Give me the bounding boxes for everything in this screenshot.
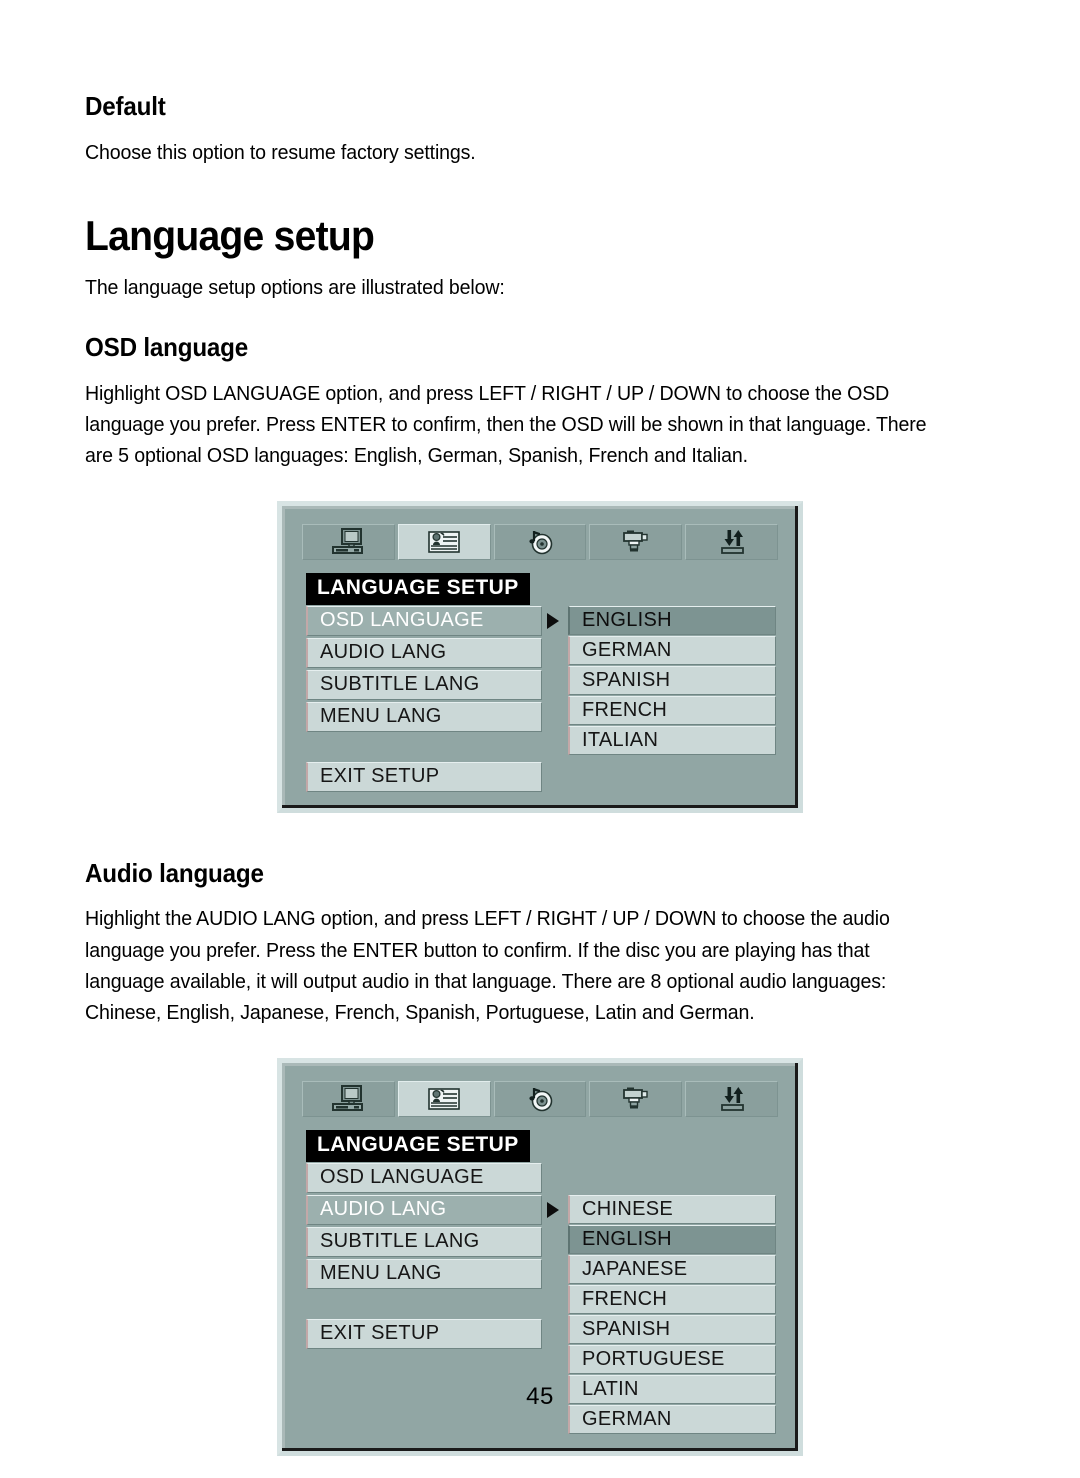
osd-tab-language-person[interactable] — [397, 524, 491, 561]
osd-menu-title: LANGUAGE SETUP — [306, 573, 530, 605]
monitor-icon — [328, 528, 368, 556]
osd-tab-preference-arrows[interactable] — [685, 1081, 778, 1118]
paragraph-audio-language: Highlight the AUDIO LANG option, and pre… — [85, 907, 890, 1024]
heading-language-setup: Language setup — [85, 211, 375, 259]
osd-menu-item[interactable]: SUBTITLE LANG — [306, 1226, 542, 1257]
preference-arrows-icon — [712, 528, 752, 556]
language-person-icon — [424, 528, 464, 556]
osd-menu-item[interactable]: MENU LANG — [306, 1258, 542, 1289]
osd-tab-video-camera[interactable] — [589, 524, 683, 561]
osd-tab-monitor[interactable] — [302, 1081, 395, 1118]
osd-option-item[interactable]: SPANISH — [568, 665, 776, 695]
preference-arrows-icon — [712, 1085, 752, 1113]
osd-tab-video-camera[interactable] — [589, 1081, 683, 1118]
osd-option-item[interactable]: PORTUGUESE — [568, 1344, 776, 1374]
osd-option-item[interactable]: FRENCH — [568, 695, 776, 725]
paragraph-osd-language: Highlight OSD LANGUAGE option, and press… — [85, 381, 927, 467]
video-camera-icon — [616, 528, 656, 556]
osd-tab-bar — [302, 1081, 778, 1118]
osd-tab-preference-arrows[interactable] — [685, 524, 778, 561]
audio-disc-icon — [520, 528, 560, 556]
osd-option-item[interactable]: ITALIAN — [568, 725, 776, 755]
osd-menu-title: LANGUAGE SETUP — [306, 1130, 530, 1162]
osd-tab-monitor[interactable] — [302, 524, 395, 561]
audio-disc-icon — [520, 1085, 560, 1113]
osd-option-item[interactable]: GERMAN — [568, 635, 776, 665]
osd-option-item[interactable]: CHINESE — [568, 1194, 776, 1224]
language-person-icon — [424, 1085, 464, 1113]
osd-option-item[interactable]: JAPANESE — [568, 1254, 776, 1284]
osd-tab-audio-disc[interactable] — [493, 524, 587, 561]
osd-menu-item[interactable]: OSD LANGUAGE — [306, 1162, 542, 1193]
osd-menu-item[interactable]: AUDIO LANG — [306, 1194, 542, 1225]
osd-menu-body: LANGUAGE SETUP OSD LANGUAGE AUDIO LANG SUB… — [298, 573, 782, 792]
heading-osd-language: OSD language — [85, 332, 249, 362]
heading-audio-language: Audio language — [85, 857, 264, 888]
osd-tab-audio-disc[interactable] — [493, 1081, 587, 1118]
paragraph-language-setup: The language setup options are illustrat… — [85, 275, 505, 299]
osd-columns: OSD LANGUAGE AUDIO LANG SUBTITLE LANG MENU … — [298, 605, 782, 792]
osd-option-list: ENGLISH GERMAN SPANISH FRENCH ITALIAN — [568, 605, 776, 756]
osd-menu-items: OSD LANGUAGE AUDIO LANG SUBTITLE LANG MENU … — [306, 605, 542, 792]
osd-option-item[interactable]: FRENCH — [568, 1284, 776, 1314]
video-camera-icon — [616, 1085, 656, 1113]
osd-menu-item[interactable]: SUBTITLE LANG — [306, 669, 542, 700]
page-number: 45 — [526, 1383, 554, 1410]
osd-option-item[interactable]: SPANISH — [568, 1314, 776, 1344]
osd-menu-item[interactable]: OSD LANGUAGE — [306, 605, 542, 636]
osd-tab-bar — [302, 524, 778, 561]
paragraph-default: Choose this option to resume factory set… — [85, 140, 476, 164]
manual-page: Default Choose this option to resume fac… — [0, 0, 1080, 1478]
osd-figure-osd-language: LANGUAGE SETUP OSD LANGUAGE AUDIO LANG SUB… — [85, 501, 995, 813]
osd-tab-language-person[interactable] — [397, 1081, 491, 1118]
osd-menu-items: OSD LANGUAGE AUDIO LANG SUBTITLE LANG MENU … — [306, 1162, 542, 1349]
osd-exit-setup-item[interactable]: EXIT SETUP — [306, 1318, 542, 1349]
osd-menu-item[interactable]: AUDIO LANG — [306, 637, 542, 668]
right-arrow-icon — [547, 1201, 559, 1218]
osd-option-item[interactable]: ENGLISH — [568, 605, 776, 635]
osd-option-item[interactable]: ENGLISH — [568, 1224, 776, 1254]
monitor-icon — [328, 1085, 368, 1113]
right-arrow-icon — [547, 612, 559, 629]
osd-exit-setup-item[interactable]: EXIT SETUP — [306, 761, 542, 792]
osd-menu-item[interactable]: MENU LANG — [306, 701, 542, 732]
heading-default: Default — [85, 91, 166, 121]
osd-screen: LANGUAGE SETUP OSD LANGUAGE AUDIO LANG SUB… — [277, 501, 803, 813]
page-content: Default Choose this option to resume fac… — [85, 92, 995, 1456]
